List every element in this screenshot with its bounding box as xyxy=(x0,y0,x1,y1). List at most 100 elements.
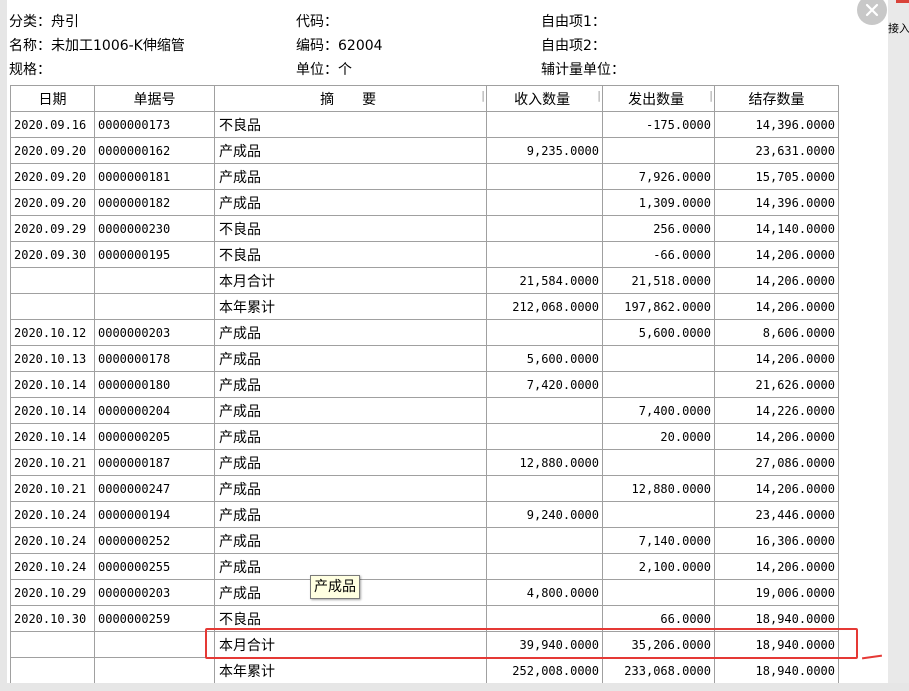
cell-date[interactable] xyxy=(10,267,95,294)
cell-memo[interactable]: 产成品 xyxy=(214,189,487,216)
cell-out-qty[interactable]: 12,880.0000 xyxy=(602,475,715,502)
cell-memo[interactable]: 不良品 xyxy=(214,241,487,268)
cell-out-qty[interactable]: 35,206.0000 xyxy=(602,631,715,658)
cell-date[interactable]: 2020.10.14 xyxy=(10,371,95,398)
cell-out-qty[interactable]: 7,926.0000 xyxy=(602,163,715,190)
cell-doc-no[interactable]: 0000000180 xyxy=(94,371,215,398)
cell-doc-no[interactable]: 0000000205 xyxy=(94,423,215,450)
cell-doc-no[interactable]: 0000000255 xyxy=(94,553,215,580)
cell-date[interactable] xyxy=(10,657,95,684)
cell-out-qty[interactable]: 7,140.0000 xyxy=(602,527,715,554)
cell-in-qty[interactable] xyxy=(486,189,603,216)
cell-balance[interactable]: 14,206.0000 xyxy=(714,267,839,294)
cell-in-qty[interactable] xyxy=(486,605,603,632)
cell-memo[interactable]: 不良品 xyxy=(214,111,487,138)
cell-date[interactable]: 2020.10.12 xyxy=(10,319,95,346)
cell-date[interactable]: 2020.10.14 xyxy=(10,423,95,450)
cell-in-qty[interactable] xyxy=(486,163,603,190)
cell-doc-no[interactable]: 0000000195 xyxy=(94,241,215,268)
cell-in-qty[interactable] xyxy=(486,319,603,346)
cell-date[interactable]: 2020.10.24 xyxy=(10,553,95,580)
cell-doc-no[interactable]: 0000000181 xyxy=(94,163,215,190)
cell-memo[interactable]: 产成品 xyxy=(214,371,487,398)
cell-balance[interactable]: 21,626.0000 xyxy=(714,371,839,398)
cell-doc-no[interactable]: 0000000203 xyxy=(94,579,215,606)
cell-doc-no[interactable]: 0000000259 xyxy=(94,605,215,632)
cell-out-qty[interactable]: 5,600.0000 xyxy=(602,319,715,346)
cell-date[interactable]: 2020.09.20 xyxy=(10,137,95,164)
col-header-balance[interactable]: 结存数量 xyxy=(714,85,839,112)
table-row[interactable]: 2020.10.13 0000000178 产成品 5,600.0000 14,206.… xyxy=(10,345,839,372)
table-row[interactable]: 2020.10.12 0000000203 产成品 5,600.0000 8,606.0… xyxy=(10,319,839,346)
col-header-doc-no[interactable]: 单据号 xyxy=(94,85,215,112)
cell-out-qty[interactable]: 7,400.0000 xyxy=(602,397,715,424)
cell-out-qty[interactable] xyxy=(602,449,715,476)
cell-date[interactable]: 2020.09.16 xyxy=(10,111,95,138)
table-row[interactable]: 2020.10.21 0000000187 产成品 12,880.0000 27,086… xyxy=(10,449,839,476)
cell-in-qty[interactable] xyxy=(486,527,603,554)
cell-balance[interactable]: 23,631.0000 xyxy=(714,137,839,164)
cell-memo[interactable]: 本年累计 xyxy=(214,657,487,684)
cell-balance[interactable]: 15,705.0000 xyxy=(714,163,839,190)
table-row[interactable]: 2020.10.24 0000000252 产成品 7,140.0000 16,306.… xyxy=(10,527,839,554)
cell-memo[interactable]: 产成品 xyxy=(214,137,487,164)
cell-out-qty[interactable]: 20.0000 xyxy=(602,423,715,450)
cell-in-qty[interactable] xyxy=(486,553,603,580)
cell-in-qty[interactable]: 4,800.0000 xyxy=(486,579,603,606)
table-row[interactable]: 2020.10.24 0000000255 产成品 2,100.0000 14,206.… xyxy=(10,553,839,580)
cell-in-qty[interactable] xyxy=(486,241,603,268)
cell-balance[interactable]: 8,606.0000 xyxy=(714,319,839,346)
cell-balance[interactable]: 23,446.0000 xyxy=(714,501,839,528)
table-row[interactable]: 2020.10.14 0000000180 产成品 7,420.0000 21,626.… xyxy=(10,371,839,398)
cell-date[interactable]: 2020.10.21 xyxy=(10,449,95,476)
cell-balance[interactable]: 14,206.0000 xyxy=(714,345,839,372)
cell-in-qty[interactable] xyxy=(486,111,603,138)
table-row[interactable]: 2020.10.14 0000000204 产成品 7,400.0000 14,226.… xyxy=(10,397,839,424)
col-header-memo[interactable]: 摘 要 | xyxy=(214,85,487,112)
cell-doc-no[interactable] xyxy=(94,267,215,294)
table-row[interactable]: 2020.09.16 0000000173 不良品 -175.0000 14,396.0… xyxy=(10,111,839,138)
table-row[interactable]: 2020.10.29 0000000203 产成品 4,800.0000 19,006.… xyxy=(10,579,839,606)
cell-out-qty[interactable]: 1,309.0000 xyxy=(602,189,715,216)
cell-memo[interactable]: 产成品 xyxy=(214,475,487,502)
col-header-date[interactable]: 日期 xyxy=(10,85,95,112)
cell-date[interactable]: 2020.10.24 xyxy=(10,527,95,554)
cell-in-qty[interactable] xyxy=(486,423,603,450)
cell-out-qty[interactable] xyxy=(602,371,715,398)
cell-out-qty[interactable]: -66.0000 xyxy=(602,241,715,268)
cell-date[interactable]: 2020.10.21 xyxy=(10,475,95,502)
cell-balance[interactable]: 18,940.0000 xyxy=(714,657,839,684)
cell-memo[interactable]: 不良品 xyxy=(214,605,487,632)
cell-memo[interactable]: 产成品 xyxy=(214,397,487,424)
cell-doc-no[interactable]: 0000000204 xyxy=(94,397,215,424)
right-side-tab[interactable]: 接入 xyxy=(888,18,909,40)
cell-date[interactable]: 2020.10.29 xyxy=(10,579,95,606)
table-row-yearly-total[interactable]: 本年累计 212,068.0000 197,862.0000 14,206.0000 xyxy=(10,293,839,320)
ledger-grid[interactable]: 日期 单据号 摘 要 | 收入数量 | 发出数量 | 结存数量 2020.09.16 0… xyxy=(10,85,840,691)
cell-memo[interactable]: 产成品 xyxy=(214,345,487,372)
cell-out-qty[interactable]: 21,518.0000 xyxy=(602,267,715,294)
cell-doc-no[interactable]: 0000000182 xyxy=(94,189,215,216)
cell-memo[interactable]: 产成品 xyxy=(214,319,487,346)
cell-date[interactable]: 2020.09.30 xyxy=(10,241,95,268)
cell-memo[interactable]: 本年累计 xyxy=(214,293,487,320)
cell-balance[interactable]: 14,206.0000 xyxy=(714,423,839,450)
cell-balance[interactable]: 18,940.0000 xyxy=(714,605,839,632)
cell-memo[interactable]: 产成品 xyxy=(214,501,487,528)
cell-doc-no[interactable]: 0000000247 xyxy=(94,475,215,502)
table-row[interactable]: 2020.10.14 0000000205 产成品 20.0000 14,206.000… xyxy=(10,423,839,450)
cell-balance[interactable]: 16,306.0000 xyxy=(714,527,839,554)
cell-in-qty[interactable]: 212,068.0000 xyxy=(486,293,603,320)
table-row[interactable]: 2020.09.29 0000000230 不良品 256.0000 14,140.00… xyxy=(10,215,839,242)
cell-balance[interactable]: 14,226.0000 xyxy=(714,397,839,424)
cell-date[interactable] xyxy=(10,293,95,320)
cell-balance[interactable]: 19,006.0000 xyxy=(714,579,839,606)
cell-balance[interactable]: 14,396.0000 xyxy=(714,189,839,216)
cell-out-qty[interactable]: 66.0000 xyxy=(602,605,715,632)
cell-out-qty[interactable]: 233,068.0000 xyxy=(602,657,715,684)
cell-in-qty[interactable] xyxy=(486,475,603,502)
cell-doc-no[interactable]: 0000000230 xyxy=(94,215,215,242)
cell-balance[interactable]: 14,206.0000 xyxy=(714,475,839,502)
table-row[interactable]: 2020.09.20 0000000181 产成品 7,926.0000 15,705.… xyxy=(10,163,839,190)
col-header-in-qty[interactable]: 收入数量 | xyxy=(486,85,603,112)
